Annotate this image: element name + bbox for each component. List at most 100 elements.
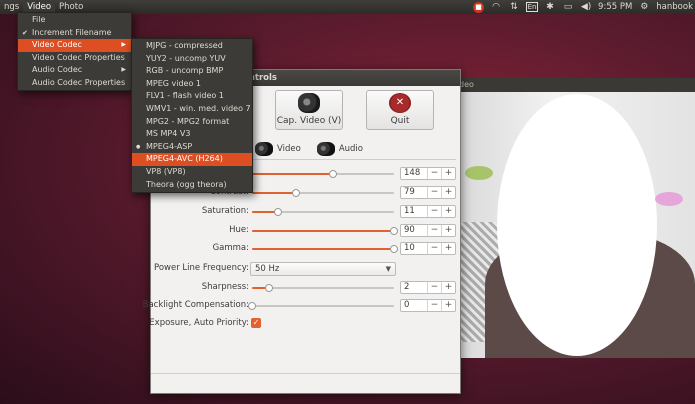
menu-item-label: MPG2 - MPG2 format [146,116,230,126]
slider-knob[interactable] [328,170,337,178]
sharpness-spinbox[interactable]: 2− + [400,281,456,294]
tab-bar: Video Audio [251,138,367,160]
volume-icon[interactable]: ◀) [580,2,592,12]
codec-item-mpeg-video-1[interactable]: MPEG video 1 [132,78,252,91]
plus-button[interactable]: + [441,168,455,179]
user-name[interactable]: hanbook [656,2,693,12]
spin-value[interactable]: 2 [401,282,427,293]
record-stop-icon[interactable]: ■ [473,1,485,13]
codec-item-mjpg-compressed[interactable]: MJPG - compressed [132,40,252,53]
codec-item-mpg2-mpg2-format[interactable]: MPG2 - MPG2 format [132,116,252,129]
slider-knob[interactable] [390,245,398,253]
contrast-slider[interactable] [252,189,394,197]
pink-fish-sticker [655,192,683,206]
power-line-frequency-select[interactable]: 50 Hz ▼ [250,262,396,276]
hue-row: Hue: 90− + [151,224,462,238]
menu-item-audio-codec[interactable]: Audio Codec ▶ [18,64,131,77]
clock[interactable]: 9:55 PM [598,2,632,12]
menu-item-video-codec[interactable]: Video Codec ▶ [18,39,131,52]
plus-button[interactable]: + [441,225,455,236]
minus-button[interactable]: − [427,187,441,198]
quit-button[interactable]: ✕ Quit [366,90,434,130]
video-preview-window: deo [455,78,695,358]
sharpness-slider[interactable] [252,284,394,292]
keyboard-layout[interactable]: En [526,2,539,12]
codec-item-theora-ogg-theora[interactable]: Theora (ogg theora) [132,179,252,192]
gamma-spinbox[interactable]: 10− + [400,242,456,255]
codec-item-rgb-uncomp-bmp[interactable]: RGB - uncomp BMP [132,65,252,78]
menu-item-label: MPEG4-ASP [146,141,193,151]
plus-button[interactable]: + [441,300,455,311]
bluetooth-icon[interactable]: ✱ [544,2,556,12]
codec-item-flv1-flash-video-1[interactable]: FLV1 - flash video 1 [132,90,252,103]
slider-knob[interactable] [273,208,282,216]
hue-slider[interactable] [252,227,398,235]
spin-value[interactable]: 148 [401,168,427,179]
codec-item-yuy2-uncomp-yuv[interactable]: YUY2 - uncomp YUV [132,53,252,66]
menu-item-audio-codec-properties[interactable]: Audio Codec Properties [18,77,131,90]
menu-item-label: Audio Codec Properties [32,77,126,87]
backlight-row: Backlight Compensation: 0− + [143,299,462,313]
minus-button[interactable]: − [427,300,441,311]
saturation-slider[interactable] [252,208,394,216]
menu-item-increment-filename[interactable]: ✔ Increment Filename [18,27,131,40]
minus-button[interactable]: − [427,225,441,236]
spin-value[interactable]: 11 [401,206,427,217]
menu-item-label: Audio Codec [32,65,83,75]
plus-button[interactable]: + [441,206,455,217]
white-face-mask [497,94,657,356]
codec-item-mpeg4-avc-h264[interactable]: MPEG4-AVC (H264) [132,153,252,166]
hue-spinbox[interactable]: 90− + [400,224,456,237]
green-fish-sticker [465,166,493,180]
spin-value[interactable]: 79 [401,187,427,198]
chevron-down-icon: ▼ [385,265,391,273]
minus-button[interactable]: − [427,243,441,254]
slider-knob[interactable] [390,227,398,235]
system-tray: ■ ◠ ⇅ En ✱ ▭ ◀) 9:55 PM ⚙ hanbook [473,0,693,14]
contrast-spinbox[interactable]: 79− + [400,186,456,199]
battery-icon[interactable]: ▭ [562,2,574,12]
power-line-row: Power Line Frequency: 50 Hz ▼ [151,262,462,276]
minus-button[interactable]: − [427,168,441,179]
backlight-spinbox[interactable]: 0− + [400,299,456,312]
slider-knob[interactable] [248,302,256,310]
capture-video-button[interactable]: Cap. Video (V) [275,90,343,130]
menu-item-label: MJPG - compressed [146,41,223,50]
video-menu-dropdown: File ✔ Increment Filename Video Codec ▶ Video… [17,12,132,91]
video-window-title: deo [455,78,695,92]
brightness-slider[interactable] [252,170,394,178]
menu-item-label: VP8 (VP8) [146,166,186,176]
spin-value[interactable]: 10 [401,243,427,254]
submenu-arrow-icon: ▶ [121,41,126,49]
codec-item-vp8-vp8[interactable]: VP8 (VP8) [132,166,252,179]
control-label: Sharpness: [201,282,249,292]
tab-audio[interactable]: Audio [313,138,367,160]
codec-item-mpeg4-asp[interactable]: ● MPEG4-ASP [132,141,252,154]
tab-video[interactable]: Video [251,138,305,160]
menu-item-file[interactable]: File [18,14,131,27]
video-preview [455,92,695,358]
gamma-slider[interactable] [252,245,398,253]
plus-button[interactable]: + [441,282,455,293]
sharpness-row: Sharpness: 2− + [151,281,462,295]
gear-icon[interactable]: ⚙ [638,2,650,12]
saturation-spinbox[interactable]: 11− + [400,205,456,218]
minus-button[interactable]: − [427,206,441,217]
plus-button[interactable]: + [441,243,455,254]
backlight-compensation-slider[interactable] [248,302,394,310]
codec-item-wmv1-win-med-video-7[interactable]: WMV1 - win. med. video 7 [132,103,252,116]
slider-knob[interactable] [292,189,301,197]
slider-knob[interactable] [265,284,274,292]
exposure-auto-priority-checkbox[interactable]: ✓ [251,318,261,328]
network-icon[interactable]: ⇅ [508,2,520,12]
minus-button[interactable]: − [427,282,441,293]
plus-button[interactable]: + [441,187,455,198]
menu-item-video-codec-properties[interactable]: Video Codec Properties [18,52,131,65]
wifi-icon[interactable]: ◠ [490,2,502,12]
brightness-spinbox[interactable]: 148− + [400,167,456,180]
codec-item-ms-mp4-v3[interactable]: MS MP4 V3 [132,128,252,141]
menu-item-label: Increment Filename [32,27,112,37]
spin-value[interactable]: 0 [401,300,427,311]
spin-value[interactable]: 90 [401,225,427,236]
menu-item-label: FLV1 - flash video 1 [146,91,224,101]
